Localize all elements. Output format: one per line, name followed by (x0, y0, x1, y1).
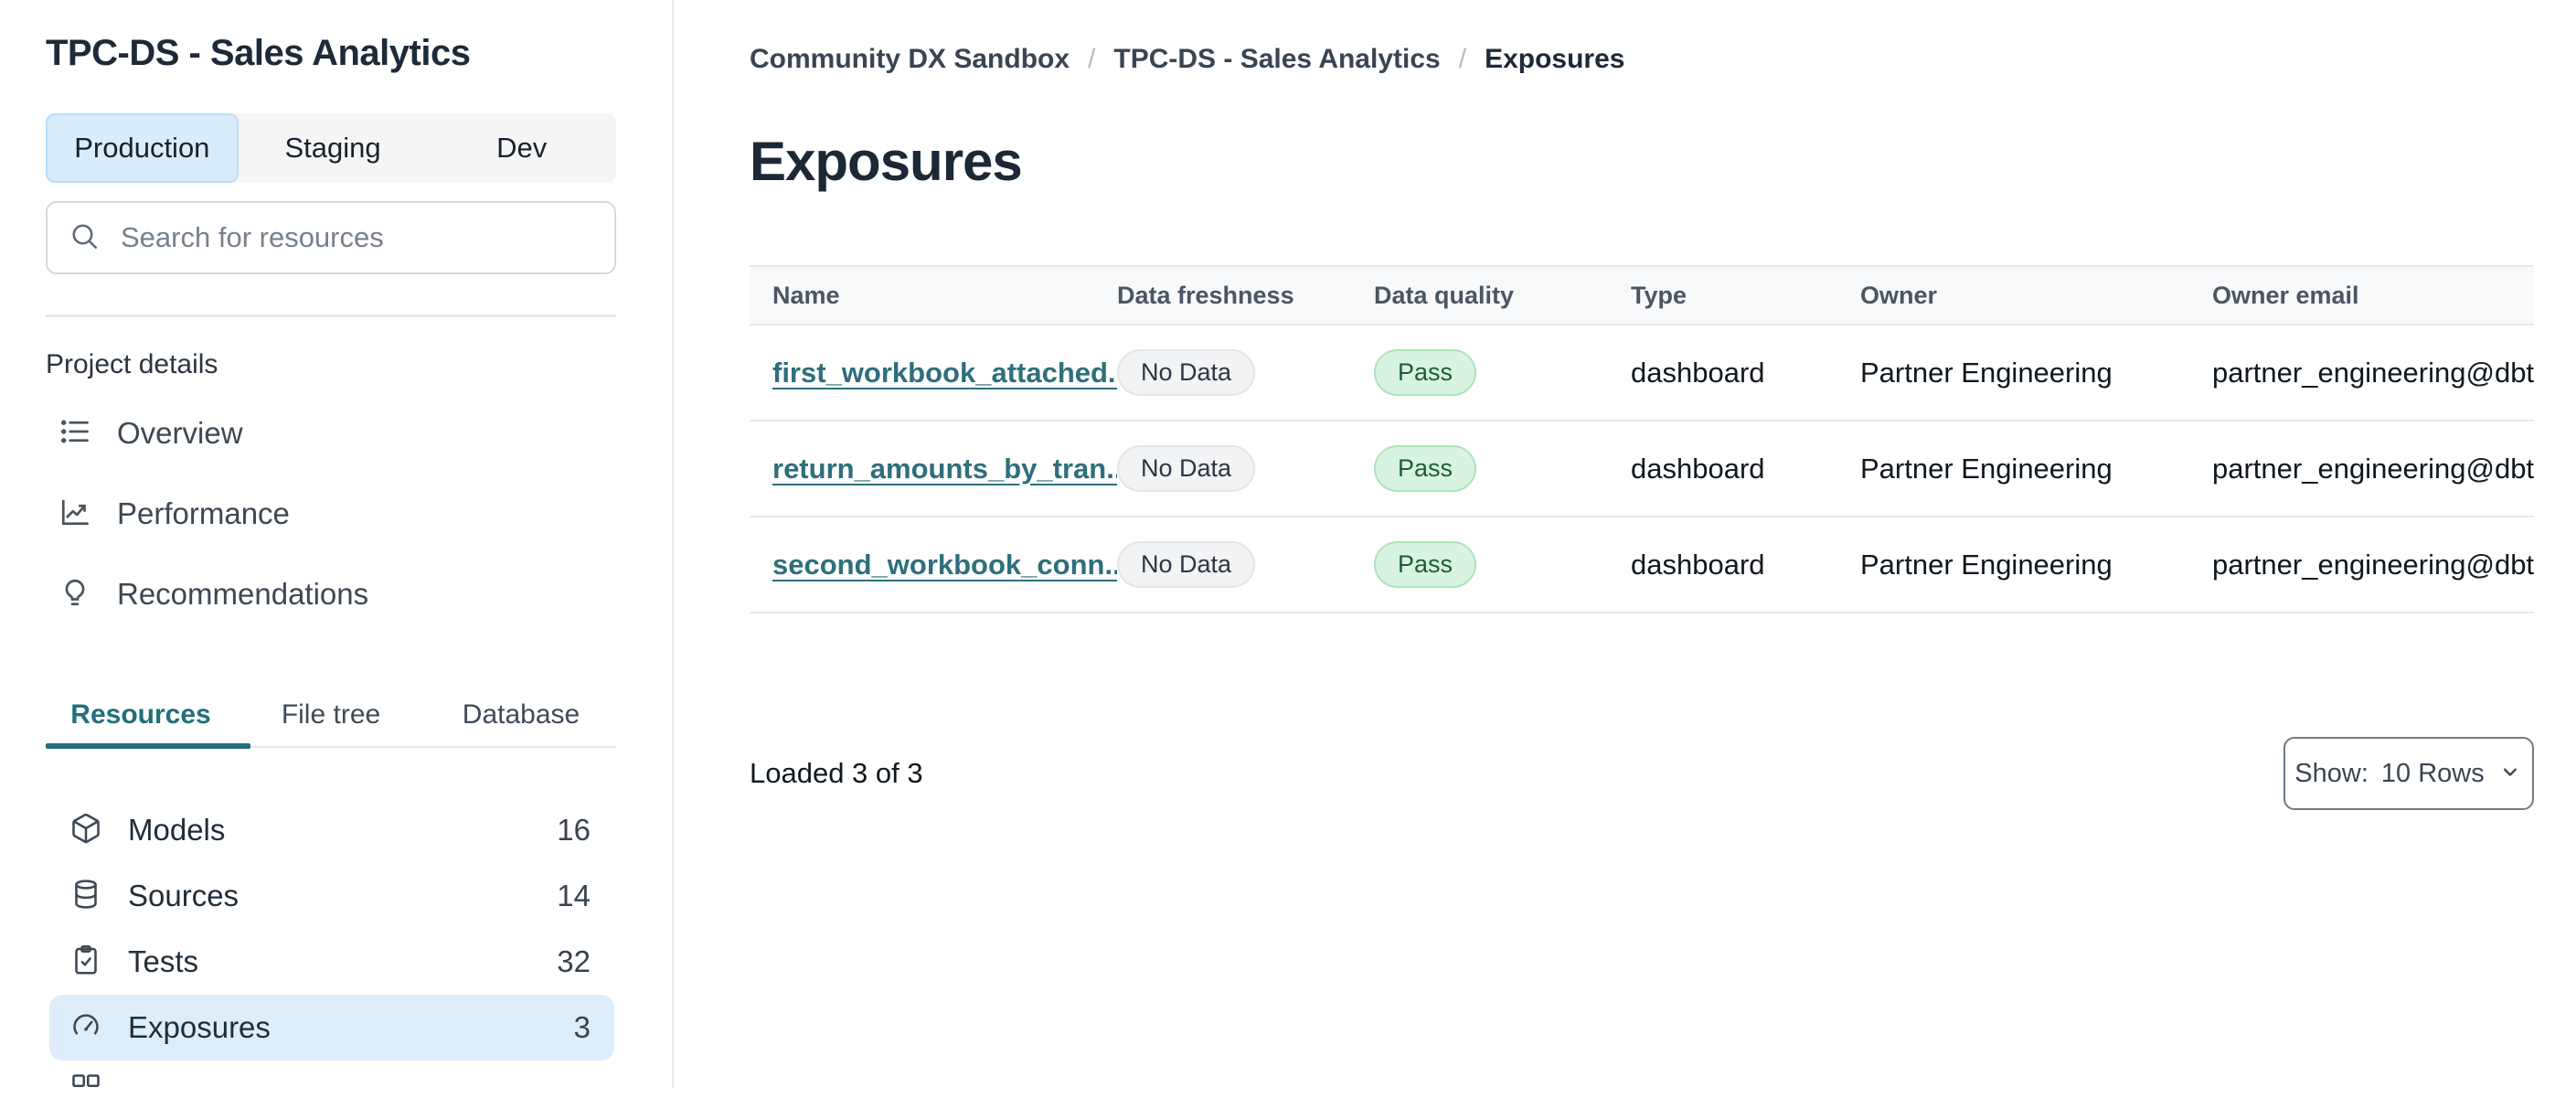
exposure-name-link[interactable]: first_workbook_attached... (772, 357, 1117, 389)
resource-count: 14 (557, 879, 591, 912)
exposure-name-link[interactable]: second_workbook_conn... (772, 549, 1117, 581)
quality-badge: Pass (1374, 348, 1477, 397)
exposures-table: Name Data freshness Data quality Type Ow… (750, 265, 2534, 613)
resource-count: 32 (557, 944, 591, 978)
breadcrumb-separator: / (1088, 44, 1096, 74)
resource-label: Models (128, 813, 226, 847)
line-chart-icon (59, 496, 91, 533)
freshness-badge: No Data (1117, 540, 1256, 589)
resource-label: Sources (128, 879, 240, 912)
env-tab-dev[interactable]: Dev (427, 113, 616, 183)
sidebar-item-overview[interactable]: Overview (46, 393, 616, 474)
search-icon (68, 219, 101, 257)
freshness-badge: No Data (1117, 348, 1256, 397)
main-content: Community DX Sandbox / TPC-DS - Sales An… (750, 0, 2576, 1088)
env-tab-staging[interactable]: Staging (239, 113, 428, 183)
sidebar-item-label: Overview (117, 416, 243, 450)
tab-resources[interactable]: Resources (46, 695, 236, 735)
environment-tabs: Production Staging Dev (46, 113, 616, 183)
show-label: Show: (2294, 758, 2368, 788)
resource-label: Exposures (128, 1010, 271, 1044)
sidebar-item-sources[interactable]: Sources 14 (49, 863, 614, 929)
grid-icon (69, 1072, 102, 1109)
sidebar-item-models[interactable]: Models 16 (49, 797, 614, 863)
owner-email-cell: partner_engineering@dbt... (2212, 548, 2534, 581)
breadcrumb-current: Exposures (1485, 44, 1625, 74)
chevron-down-icon (2497, 759, 2523, 789)
column-header-owner: Owner (1860, 281, 1938, 309)
list-icon (59, 415, 91, 453)
breadcrumb: Community DX Sandbox / TPC-DS - Sales An… (750, 44, 1624, 75)
resource-count: 3 (573, 1010, 591, 1044)
env-tab-production[interactable]: Production (46, 113, 239, 183)
sidebar-item-label: Performance (117, 496, 290, 530)
column-header-name: Name (772, 281, 840, 309)
gauge-icon (69, 1009, 102, 1047)
sidebar-view-tabs: Resources File tree Database (46, 695, 616, 735)
type-cell: dashboard (1631, 452, 1765, 485)
table-row: return_amounts_by_tran... No Data Pass d… (750, 421, 2534, 517)
search-input[interactable] (119, 220, 594, 255)
breadcrumb-project[interactable]: TPC-DS - Sales Analytics (1113, 44, 1440, 75)
resource-label: Tests (128, 944, 199, 978)
sidebar-item-performance[interactable]: Performance (46, 474, 616, 554)
table-header-row: Name Data freshness Data quality Type Ow… (750, 265, 2534, 325)
breadcrumb-separator: / (1458, 44, 1467, 74)
sidebar-item-exposures[interactable]: Exposures 3 (49, 995, 614, 1061)
quality-badge: Pass (1374, 540, 1477, 589)
sidebar-divider (46, 315, 616, 317)
resource-type-list: Models 16 Sources 14 Tests 32 Exposures … (49, 797, 614, 1061)
owner-cell: Partner Engineering (1860, 452, 2113, 485)
page-title: Exposures (750, 131, 1023, 193)
loaded-status: Loaded 3 of 3 (750, 757, 923, 789)
owner-cell: Partner Engineering (1860, 356, 2113, 389)
freshness-badge: No Data (1117, 444, 1256, 493)
cube-icon (69, 812, 102, 849)
column-header-data-freshness: Data freshness (1117, 281, 1294, 309)
column-header-owner-email: Owner email (2212, 281, 2359, 309)
column-header-data-quality: Data quality (1374, 281, 1515, 309)
database-icon (69, 878, 102, 915)
lightbulb-icon (59, 576, 91, 613)
view-tabs-underline (46, 743, 616, 749)
type-cell: dashboard (1631, 548, 1765, 581)
dbt-explorer-app: TPC-DS - Sales Analytics Production Stag… (0, 0, 2576, 1088)
owner-email-cell: partner_engineering@dbt... (2212, 452, 2534, 485)
type-cell: dashboard (1631, 356, 1765, 389)
project-details-label: Project details (46, 349, 218, 379)
breadcrumb-account[interactable]: Community DX Sandbox (750, 44, 1070, 75)
table-row: second_workbook_conn... No Data Pass das… (750, 517, 2534, 613)
quality-badge: Pass (1374, 444, 1477, 493)
project-nav: Overview Performance Recommendations (46, 393, 616, 634)
rows-per-page-select[interactable]: Show: 10 Rows (2283, 737, 2534, 810)
sidebar-item-tests[interactable]: Tests 32 (49, 929, 614, 995)
sidebar: TPC-DS - Sales Analytics Production Stag… (0, 0, 674, 1088)
owner-cell: Partner Engineering (1860, 548, 2113, 581)
sidebar-item-recommendations[interactable]: Recommendations (46, 554, 616, 634)
tab-file-tree[interactable]: File tree (236, 695, 426, 735)
clipboard-check-icon (69, 944, 102, 981)
resource-count: 16 (557, 813, 591, 847)
sidebar-item-label: Recommendations (117, 577, 369, 611)
owner-email-cell: partner_engineering@dbt... (2212, 356, 2534, 389)
table-row: first_workbook_attached... No Data Pass … (750, 325, 2534, 421)
column-header-type: Type (1631, 281, 1687, 309)
exposure-name-link[interactable]: return_amounts_by_tran... (772, 453, 1117, 485)
resource-search[interactable] (46, 201, 616, 274)
rows-per-page-value: 10 Rows (2380, 758, 2485, 788)
project-title: TPC-DS - Sales Analytics (46, 33, 471, 73)
active-tab-indicator (46, 743, 250, 749)
tab-database[interactable]: Database (426, 695, 616, 735)
